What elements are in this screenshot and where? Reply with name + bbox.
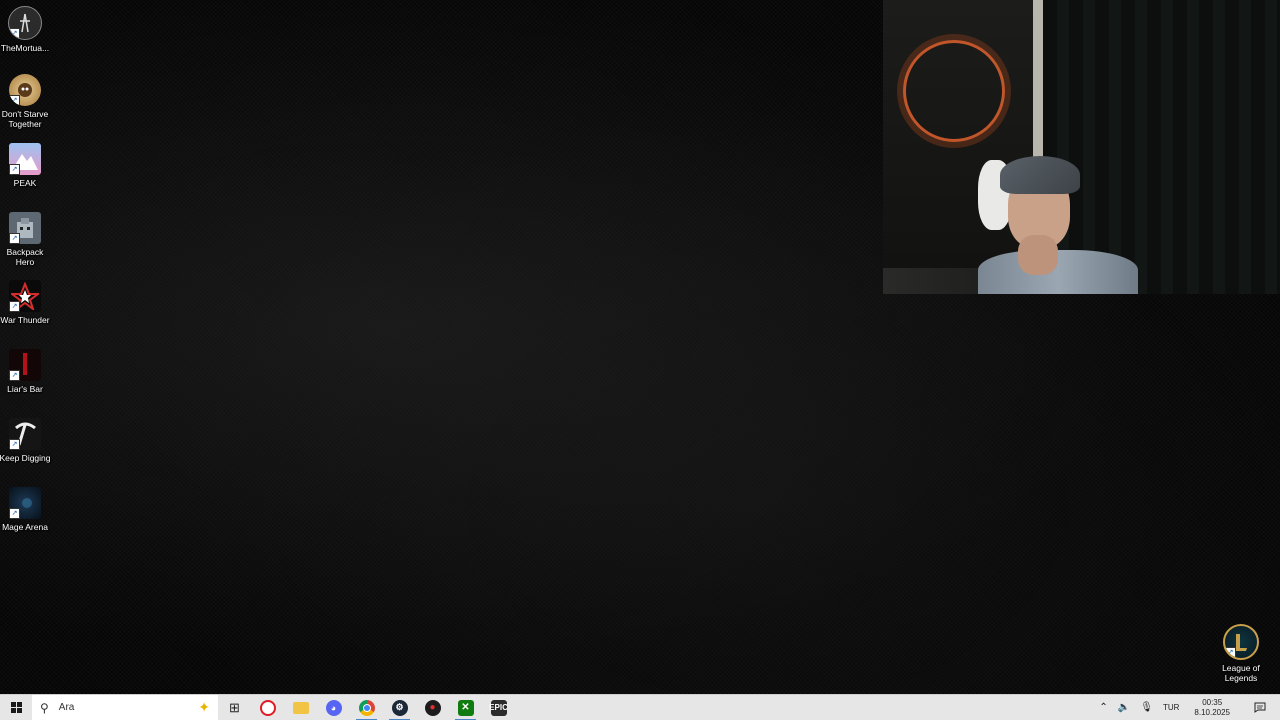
desktop-icon-label: War Thunder <box>0 315 50 325</box>
desktop-icon-label: Backpack Hero <box>6 247 44 267</box>
chrome-icon <box>358 699 375 716</box>
desktop-icon-label: League of Legends <box>1222 663 1260 683</box>
search-placeholder: Ara <box>58 702 75 713</box>
taskbar: ⚲ Ara ✦ ⊞ ◕ ⚙ ● ✕ EPIC ⌃ 🔈 🎙 TUR 00:35 8… <box>0 694 1280 720</box>
opera-icon <box>259 699 276 716</box>
chevron-up-icon[interactable]: ⌃ <box>1094 695 1112 720</box>
system-tray: ⌃ 🔈 🎙 TUR 00:35 8.10.2025 <box>1094 695 1280 720</box>
clock[interactable]: 00:35 8.10.2025 <box>1184 698 1240 718</box>
taskbar-file-explorer[interactable] <box>284 695 317 720</box>
desktop-icon-liars-bar[interactable]: ↗ Liar's Bar <box>0 349 50 394</box>
desktop-icon-label: PEAK <box>13 178 37 188</box>
task-view-icon: ⊞ <box>229 699 240 715</box>
search-highlight-icon[interactable]: ✦ <box>198 699 210 716</box>
taskbar-chrome[interactable] <box>350 695 383 720</box>
windows-logo-icon <box>10 702 22 713</box>
clock-time: 00:35 <box>1202 697 1223 707</box>
desktop-icon-label: Keep Digging <box>0 453 51 463</box>
clock-date: 8.10.2025 <box>1194 707 1230 717</box>
desktop-icon-label: Don't Starve Together <box>1 109 49 129</box>
peak-icon: ↗ <box>9 143 41 175</box>
backpack-hero-icon: ↗ <box>9 212 41 244</box>
mortuary-assistant-icon: ↗ <box>8 6 42 40</box>
desktop-icon-keep-digging[interactable]: ↗ Keep Digging <box>0 418 51 463</box>
desktop-icon-war-thunder[interactable]: ↗ War Thunder <box>0 280 50 325</box>
pickaxe-icon: ↗ <box>9 418 41 450</box>
steam-icon: ⚙ <box>391 699 408 716</box>
league-of-legends-icon: ↗ <box>1223 624 1259 660</box>
taskbar-discord[interactable]: ◕ <box>317 695 350 720</box>
microphone-icon[interactable]: 🎙 <box>1135 695 1158 720</box>
red-app-icon: ● <box>424 699 441 716</box>
liars-bar-icon: ↗ <box>9 349 41 381</box>
streamer <box>978 150 1138 294</box>
taskbar-red-app[interactable]: ● <box>416 695 449 720</box>
taskbar-xbox[interactable]: ✕ <box>449 695 482 720</box>
poster-emblem <box>903 40 1005 142</box>
taskbar-task-view[interactable]: ⊞ <box>218 695 251 720</box>
taskbar-epic-games[interactable]: EPIC <box>482 695 515 720</box>
desktop-icon-mortuary[interactable]: ↗ TheMortua... <box>0 6 50 53</box>
language-indicator[interactable]: TUR <box>1158 695 1184 720</box>
taskbar-steam[interactable]: ⚙ <box>383 695 416 720</box>
notification-icon[interactable] <box>1240 695 1280 720</box>
start-button[interactable] <box>0 695 32 720</box>
mage-arena-icon: ↗ <box>9 487 41 519</box>
epic-games-icon: EPIC <box>489 699 508 716</box>
webcam-overlay <box>883 0 1280 294</box>
desktop-icon-label: TheMortua... <box>0 43 50 53</box>
desktop-icon-backpack-hero[interactable]: ↗ Backpack Hero <box>0 212 50 267</box>
xbox-icon: ✕ <box>457 699 474 716</box>
folder-icon <box>292 701 309 714</box>
desktop-icon-label: Liar's Bar <box>7 384 43 394</box>
desktop-icon-mage-arena[interactable]: ↗ Mage Arena <box>0 487 50 532</box>
desktop: ↗ TheMortua... ↗ Don't Starve Together ↗… <box>0 0 1280 694</box>
taskbar-opera[interactable] <box>251 695 284 720</box>
desktop-icon-peak[interactable]: ↗ PEAK <box>0 143 50 188</box>
search-box[interactable]: ⚲ Ara ✦ <box>32 694 218 720</box>
discord-icon: ◕ <box>325 699 342 716</box>
desktop-icon-label: Mage Arena <box>2 522 48 532</box>
search-icon: ⚲ <box>40 700 49 715</box>
speaker-icon[interactable]: 🔈 <box>1113 695 1135 720</box>
desktop-icon-league-of-legends[interactable]: ↗ League of Legends <box>1216 624 1266 683</box>
cap <box>1000 156 1080 194</box>
dont-starve-together-icon: ↗ <box>9 74 41 106</box>
desktop-icon-dont-starve[interactable]: ↗ Don't Starve Together <box>0 74 50 129</box>
war-thunder-icon: ↗ <box>9 280 41 312</box>
